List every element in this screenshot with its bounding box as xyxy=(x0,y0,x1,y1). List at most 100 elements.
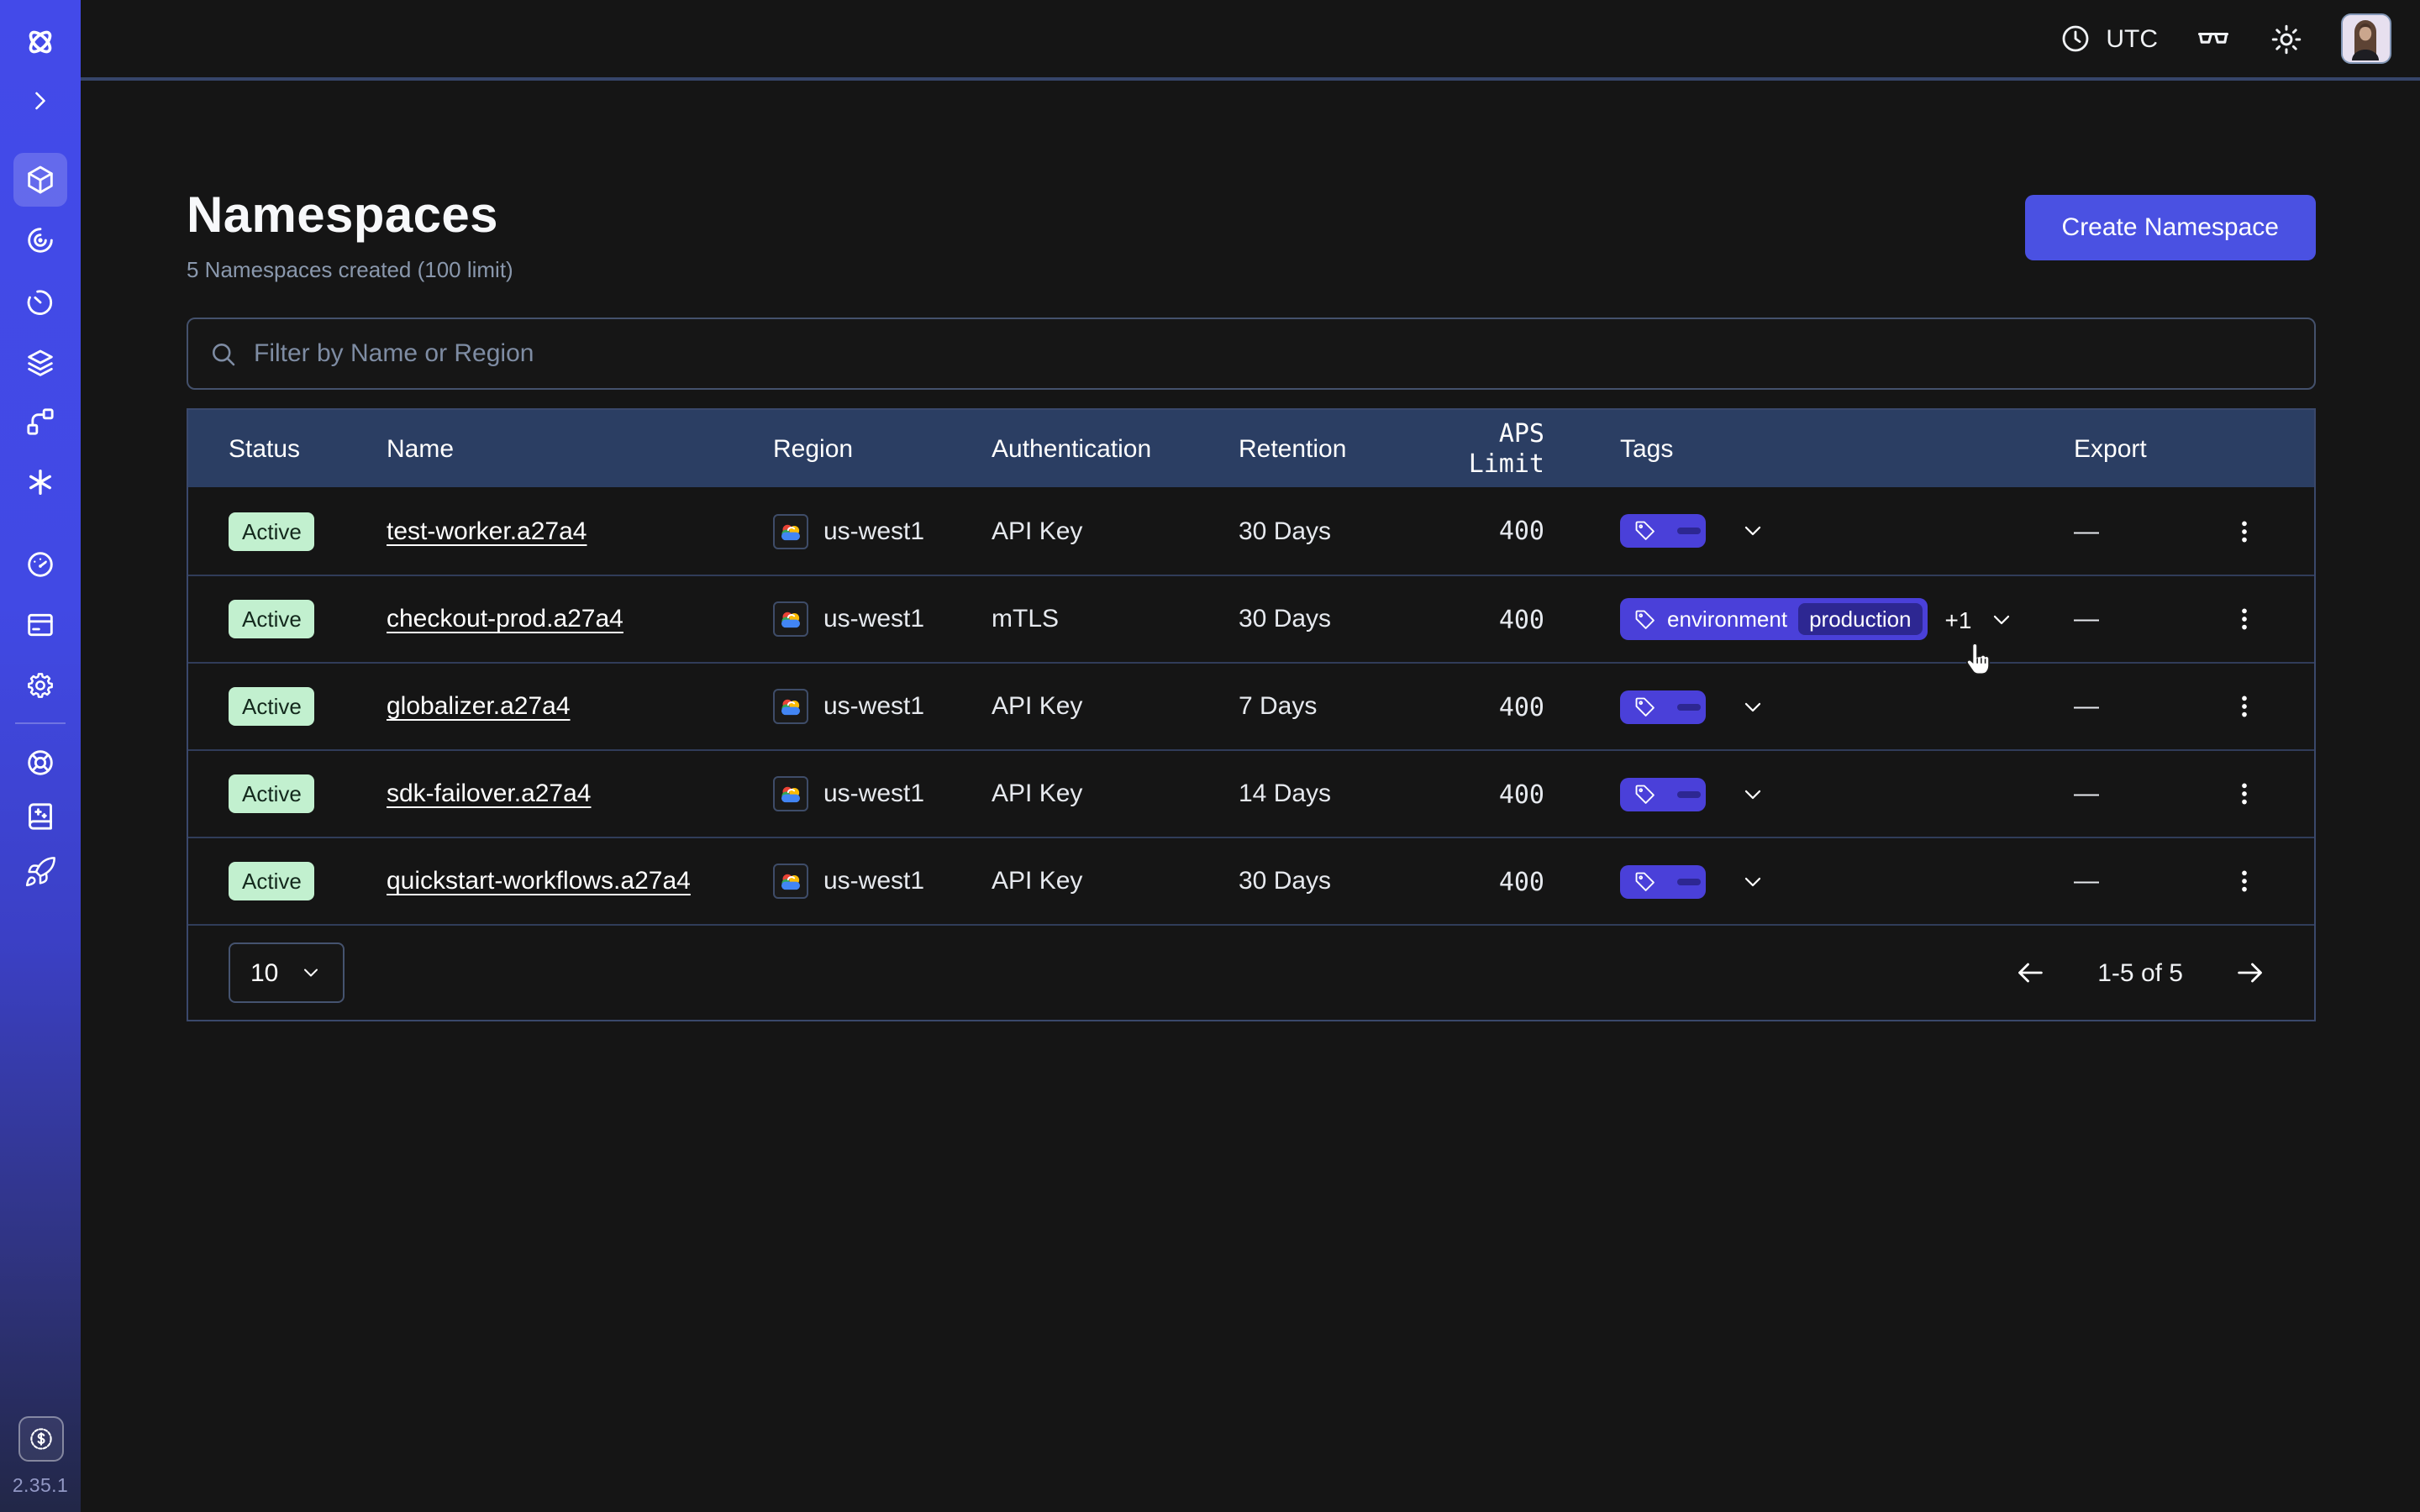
export-cell: — xyxy=(2074,780,2171,808)
gcp-cloud-icon xyxy=(773,601,808,637)
gcp-cloud-icon xyxy=(773,776,808,811)
status-badge: Active xyxy=(229,862,315,900)
tag-value xyxy=(1677,703,1701,710)
app-window: 2.35.1 UTC xyxy=(0,0,2420,1512)
region-cell: us-west1 xyxy=(773,513,992,549)
sidebar-item-branch-icon[interactable] xyxy=(13,395,67,449)
tag-icon xyxy=(1634,782,1657,806)
region-label: us-west1 xyxy=(823,517,924,545)
search-input[interactable] xyxy=(254,339,2294,368)
row-menu-kebab-icon[interactable] xyxy=(2221,683,2268,730)
tag-pill[interactable] xyxy=(1620,514,1706,548)
timezone-selector[interactable]: UTC xyxy=(2059,22,2158,55)
sidebar-item-card-icon[interactable] xyxy=(13,598,67,652)
region-cell: us-west1 xyxy=(773,864,992,899)
sidebar-item-book-icon[interactable] xyxy=(13,790,67,843)
tag-value xyxy=(1677,790,1701,797)
name-cell: test-worker.a27a4 xyxy=(387,517,773,545)
tags-cell xyxy=(1544,690,2074,723)
name-cell: globalizer.a27a4 xyxy=(387,692,773,721)
page-size-value: 10 xyxy=(250,958,278,987)
actions-cell xyxy=(2171,507,2317,554)
user-avatar[interactable] xyxy=(2341,13,2391,64)
table-row[interactable]: Active quickstart-workflows.a27a4 us-wes… xyxy=(188,837,2314,924)
sidebar-item-rocket-icon[interactable] xyxy=(13,845,67,899)
sidebar-item-asterisk-icon[interactable] xyxy=(13,455,67,509)
tags-expand-chevron-icon[interactable] xyxy=(1739,693,1766,720)
authentication-cell: mTLS xyxy=(992,605,1239,633)
column-header-retention: Retention xyxy=(1239,434,1427,463)
app-version: 2.35.1 xyxy=(13,1477,68,1497)
sidebar-item-gear-icon[interactable] xyxy=(13,659,67,712)
create-namespace-button[interactable]: Create Namespace xyxy=(2025,195,2316,260)
sidebar-item-cube-icon[interactable] xyxy=(13,153,67,207)
timezone-label: UTC xyxy=(2106,24,2158,53)
pager-range: 1-5 of 5 xyxy=(2097,958,2183,987)
previous-page-arrow-icon[interactable] xyxy=(2007,949,2054,996)
row-menu-kebab-icon[interactable] xyxy=(2221,507,2268,554)
actions-cell xyxy=(2171,596,2317,643)
aps-limit-cell: 400 xyxy=(1427,691,1544,722)
actions-cell xyxy=(2171,858,2317,905)
row-menu-kebab-icon[interactable] xyxy=(2221,858,2268,905)
column-header-authentication: Authentication xyxy=(992,434,1239,463)
status-cell: Active xyxy=(188,862,387,900)
table-header-row: Status Name Region Authentication Retent… xyxy=(188,410,2314,487)
region-cell: us-west1 xyxy=(773,601,992,637)
tag-pill[interactable] xyxy=(1620,864,1706,898)
sidebar-bottom: 2.35.1 xyxy=(13,1416,68,1512)
row-menu-kebab-icon[interactable] xyxy=(2221,596,2268,643)
name-cell: checkout-prod.a27a4 xyxy=(387,605,773,633)
namespace-link[interactable]: globalizer.a27a4 xyxy=(387,692,571,721)
namespace-link[interactable]: checkout-prod.a27a4 xyxy=(387,605,623,633)
namespace-link[interactable]: test-worker.a27a4 xyxy=(387,517,587,545)
table-row[interactable]: Active checkout-prod.a27a4 us-west1 mTLS… xyxy=(188,575,2314,662)
page-size-select[interactable]: 10 xyxy=(229,942,344,1003)
region-label: us-west1 xyxy=(823,867,924,895)
namespace-link[interactable]: sdk-failover.a27a4 xyxy=(387,780,592,808)
sidebar-item-timer-icon[interactable] xyxy=(13,276,67,329)
glasses-icon[interactable] xyxy=(2195,20,2232,57)
sidebar-item-layers-icon[interactable] xyxy=(13,336,67,390)
chevron-down-icon xyxy=(298,961,322,984)
tags-expand-chevron-icon[interactable] xyxy=(1988,606,2015,633)
tags-expand-chevron-icon[interactable] xyxy=(1739,868,1766,895)
page-title: Namespaces xyxy=(187,188,513,245)
table-body: Active test-worker.a27a4 us-west1 API Ke… xyxy=(188,487,2314,924)
tag-icon xyxy=(1634,869,1657,893)
table-row[interactable]: Active sdk-failover.a27a4 us-west1 API K… xyxy=(188,749,2314,837)
table-footer: 10 1-5 of 5 xyxy=(188,924,2314,1020)
table-row[interactable]: Active globalizer.a27a4 us-west1 API Key… xyxy=(188,662,2314,749)
tag-pill[interactable]: environment production xyxy=(1620,598,1928,640)
sidebar-item-gauge-icon[interactable] xyxy=(13,538,67,591)
tags-expand-chevron-icon[interactable] xyxy=(1739,517,1766,544)
sidebar: 2.35.1 xyxy=(0,0,81,1512)
tag-group xyxy=(1620,690,1766,723)
aps-limit-cell: 400 xyxy=(1427,604,1544,634)
sidebar-expand-chevron-icon[interactable] xyxy=(13,74,67,128)
tag-pill[interactable] xyxy=(1620,777,1706,811)
aps-limit-cell: 400 xyxy=(1427,516,1544,546)
authentication-cell: API Key xyxy=(992,517,1239,545)
sidebar-item-spiral-icon[interactable] xyxy=(13,213,67,267)
region-label: us-west1 xyxy=(823,692,924,721)
theme-sun-icon[interactable] xyxy=(2269,21,2304,56)
billing-dollar-badge-icon[interactable] xyxy=(18,1416,63,1462)
retention-cell: 30 Days xyxy=(1239,867,1427,895)
next-page-arrow-icon[interactable] xyxy=(2227,949,2274,996)
namespace-link[interactable]: quickstart-workflows.a27a4 xyxy=(387,867,691,895)
status-badge: Active xyxy=(229,512,315,550)
sidebar-item-lifebuoy-icon[interactable] xyxy=(13,736,67,790)
status-cell: Active xyxy=(188,600,387,638)
region-label: us-west1 xyxy=(823,780,924,808)
table-row[interactable]: Active test-worker.a27a4 us-west1 API Ke… xyxy=(188,487,2314,575)
status-badge: Active xyxy=(229,774,315,813)
tag-pill[interactable] xyxy=(1620,690,1706,723)
region-label: us-west1 xyxy=(823,605,924,633)
tags-expand-chevron-icon[interactable] xyxy=(1739,780,1766,807)
row-menu-kebab-icon[interactable] xyxy=(2221,770,2268,817)
sidebar-divider xyxy=(15,722,66,724)
export-cell: — xyxy=(2074,867,2171,895)
temporal-logo-icon[interactable] xyxy=(13,15,67,69)
tag-group: environment production +1 xyxy=(1620,598,2015,640)
